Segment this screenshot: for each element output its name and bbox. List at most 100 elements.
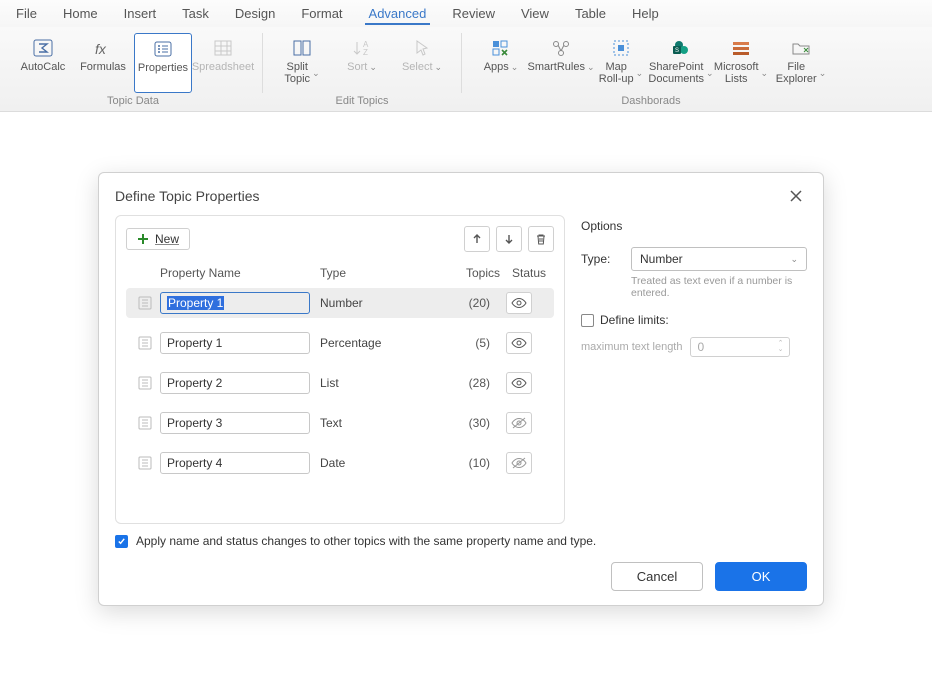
visibility-toggle[interactable]	[506, 292, 532, 314]
property-row[interactable]: Property 1Percentage(5)	[126, 328, 554, 358]
visibility-toggle[interactable]	[506, 412, 532, 434]
menu-tab-task[interactable]: Task	[178, 4, 213, 25]
sharepoint-icon: S	[669, 37, 693, 59]
grid-header: Property Name Type Topics Status	[126, 258, 554, 288]
apply-changes-checkbox[interactable]	[115, 535, 128, 548]
ribbon-item-label: Sort⌄	[347, 61, 377, 73]
header-name: Property Name	[160, 266, 320, 280]
ribbon-autocalc-button[interactable]: AutoCalc	[14, 33, 72, 93]
menu-tab-advanced[interactable]: Advanced	[365, 4, 431, 25]
visibility-toggle[interactable]	[506, 452, 532, 474]
property-name-input[interactable]: Property 3	[160, 412, 310, 434]
rollup-icon	[609, 37, 633, 59]
drag-handle-icon[interactable]	[130, 415, 160, 431]
ribbon-item-label: Apps⌄	[484, 61, 519, 73]
type-value: Number	[640, 252, 683, 266]
new-property-button[interactable]: New	[126, 228, 190, 250]
property-name-input[interactable]: Property 4	[160, 452, 310, 474]
ribbon-sharepoint-documents-button[interactable]: SSharePointDocuments ⌄	[652, 33, 710, 93]
spinner-down-icon: ⌄	[778, 347, 784, 353]
property-name-input[interactable]: Property 2	[160, 372, 310, 394]
ribbon-smartrules-button[interactable]: SmartRules⌄	[532, 33, 590, 93]
eye-off-icon	[511, 417, 527, 429]
property-topics-count: (28)	[430, 376, 490, 390]
eye-icon	[511, 377, 527, 389]
property-row[interactable]: Property 1Number(20)	[126, 288, 554, 318]
ribbon-select-button: Select⌄	[393, 33, 451, 93]
ribbon-properties-button[interactable]: Properties	[134, 33, 192, 93]
lists-icon	[729, 37, 753, 59]
new-label: New	[155, 232, 179, 246]
define-limits-checkbox[interactable]	[581, 314, 594, 327]
ribbon-item-label: FileExplorer ⌄	[776, 61, 827, 85]
max-length-value: 0	[697, 340, 704, 354]
type-hint: Treated as text even if a number is ente…	[631, 275, 807, 299]
move-up-button[interactable]	[464, 226, 490, 252]
eye-off-icon	[511, 457, 527, 469]
ribbon-group-label: Topic Data	[107, 95, 159, 107]
drag-handle-icon[interactable]	[130, 455, 160, 471]
svg-text:fx: fx	[95, 41, 107, 57]
grid-icon	[211, 37, 235, 59]
menu-tab-file[interactable]: File	[12, 4, 41, 25]
header-type: Type	[320, 266, 440, 280]
split-icon	[290, 37, 314, 59]
type-label: Type:	[581, 252, 621, 266]
ribbon-group-dashborads: Apps⌄ SmartRules⌄MapRoll-up ⌄SSharePointD…	[466, 33, 836, 107]
cancel-button[interactable]: Cancel	[611, 562, 703, 591]
menu-tab-format[interactable]: Format	[297, 4, 346, 25]
menu-tab-view[interactable]: View	[517, 4, 553, 25]
ribbon: AutoCalcfxFormulasPropertiesSpreadsheetT…	[0, 27, 932, 112]
arrow-down-icon	[503, 233, 515, 245]
delete-button[interactable]	[528, 226, 554, 252]
drag-handle-icon[interactable]	[130, 375, 160, 391]
move-down-button[interactable]	[496, 226, 522, 252]
ribbon-formulas-button[interactable]: fxFormulas	[74, 33, 132, 93]
type-select[interactable]: Number ⌄	[631, 247, 807, 271]
ribbon-group-edit-topics: SplitTopic ⌄AZSort⌄Select⌄Edit Topics	[267, 33, 457, 107]
visibility-toggle[interactable]	[506, 332, 532, 354]
dialog-title: Define Topic Properties	[115, 188, 259, 204]
menu-tab-help[interactable]: Help	[628, 4, 663, 25]
menu-tab-review[interactable]: Review	[448, 4, 499, 25]
list-icon	[151, 38, 175, 60]
property-topics-count: (30)	[430, 416, 490, 430]
menu-bar: File Home Insert Task Design Format Advanced Re…	[0, 0, 932, 27]
menu-tab-design[interactable]: Design	[231, 4, 279, 25]
options-heading: Options	[581, 219, 807, 233]
ribbon-group-topic-data: AutoCalcfxFormulasPropertiesSpreadsheetT…	[8, 33, 258, 107]
ribbon-item-label: Select⌄	[402, 61, 442, 73]
drag-handle-icon[interactable]	[130, 335, 160, 351]
options-panel: Options Type: Number ⌄ Treated as text e…	[581, 215, 807, 524]
close-button[interactable]	[785, 185, 807, 207]
ribbon-item-label: AutoCalc	[21, 61, 66, 73]
ribbon-apps-button[interactable]: Apps⌄	[472, 33, 530, 93]
ribbon-split-topic-button[interactable]: SplitTopic ⌄	[273, 33, 331, 93]
trash-icon	[535, 233, 547, 245]
apply-changes-label: Apply name and status changes to other t…	[136, 534, 596, 548]
property-row[interactable]: Property 3Text(30)	[126, 408, 554, 438]
sort-icon: AZ	[350, 37, 374, 59]
ribbon-file-explorer-button[interactable]: FileExplorer ⌄	[772, 33, 830, 93]
property-row[interactable]: Property 4Date(10)	[126, 448, 554, 478]
svg-text:Z: Z	[363, 48, 368, 57]
drag-handle-icon[interactable]	[130, 295, 160, 311]
property-name-input[interactable]: Property 1	[160, 332, 310, 354]
property-row[interactable]: Property 2List(28)	[126, 368, 554, 398]
property-type-label: Number	[310, 296, 430, 310]
property-name-input[interactable]: Property 1	[160, 292, 310, 314]
max-length-spinner[interactable]: 0 ⌃ ⌄	[690, 337, 790, 357]
property-topics-count: (10)	[430, 456, 490, 470]
ribbon-sort-button: AZ Sort⌄	[333, 33, 391, 93]
ribbon-microsoft-lists-button[interactable]: MicrosoftLists ⌄	[712, 33, 770, 93]
ok-button[interactable]: OK	[715, 562, 807, 591]
menu-tab-insert[interactable]: Insert	[120, 4, 161, 25]
menu-tab-home[interactable]: Home	[59, 4, 102, 25]
define-limits-label: Define limits:	[600, 313, 669, 327]
ribbon-map-roll-up-button[interactable]: MapRoll-up ⌄	[592, 33, 650, 93]
property-type-label: Percentage	[310, 336, 430, 350]
visibility-toggle[interactable]	[506, 372, 532, 394]
ribbon-item-label: SmartRules⌄	[528, 61, 595, 73]
menu-tab-table[interactable]: Table	[571, 4, 610, 25]
eye-icon	[511, 337, 527, 349]
